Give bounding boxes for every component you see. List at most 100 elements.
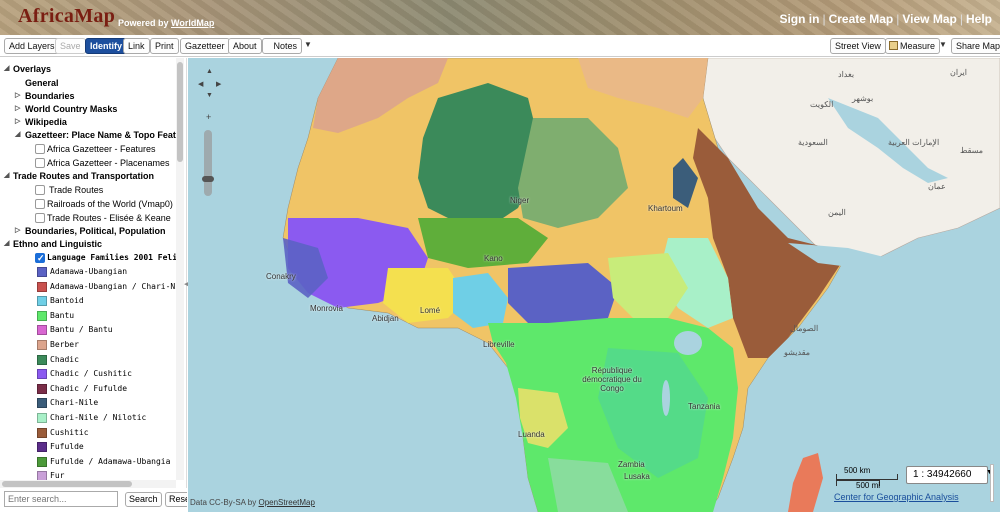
search-input[interactable] bbox=[4, 491, 118, 507]
sidebar-horizontal-scrollbar[interactable] bbox=[0, 480, 176, 488]
scroll-thumb[interactable] bbox=[2, 481, 132, 487]
about-button[interactable]: About bbox=[228, 38, 262, 54]
map-label-lome: Lomé bbox=[420, 306, 441, 315]
search-button[interactable]: Search bbox=[125, 492, 162, 507]
add-layers-button[interactable]: Add Layers bbox=[4, 38, 60, 54]
tree-node-world-country-masks[interactable]: ▷ World Country Masks bbox=[0, 102, 176, 116]
ruler-icon bbox=[889, 41, 898, 50]
pan-right-icon[interactable]: ▶ bbox=[216, 80, 221, 88]
collapsed-triangle-icon[interactable]: ▷ bbox=[15, 89, 20, 103]
layer-checkbox[interactable] bbox=[35, 199, 45, 209]
measure-dropdown-icon[interactable]: ▼ bbox=[939, 40, 947, 49]
tree-node-boundaries[interactable]: ▷ Boundaries bbox=[0, 89, 176, 103]
layer-trade-routes-elisee[interactable]: Trade Routes - Elisée & Keane bbox=[0, 211, 176, 225]
legend-swatch bbox=[37, 398, 47, 409]
sign-in-link[interactable]: Sign in bbox=[779, 12, 819, 26]
cga-credit-link[interactable]: Center for Geographic Analysis bbox=[834, 492, 959, 502]
tree-label: Boundaries, Political, Population bbox=[25, 226, 166, 236]
notes-dropdown-icon[interactable]: ▼ bbox=[304, 40, 312, 49]
tree-node-general[interactable]: General bbox=[0, 76, 176, 90]
legend-swatch bbox=[37, 340, 47, 350]
layer-checkbox[interactable] bbox=[35, 213, 45, 223]
link-separator: | bbox=[959, 12, 963, 26]
help-link[interactable]: Help bbox=[966, 12, 992, 26]
collapsed-triangle-icon[interactable]: ▷ bbox=[15, 102, 20, 116]
scale-select[interactable]: 1 : 34942660 bbox=[906, 466, 988, 484]
map-label-libreville: Libreville bbox=[483, 340, 515, 349]
tree-label: General bbox=[25, 78, 59, 88]
layer-trade-routes[interactable]: Trade Routes bbox=[0, 183, 176, 197]
measure-button[interactable]: Measure bbox=[885, 38, 941, 54]
tree-label: World Country Masks bbox=[25, 104, 118, 114]
layer-checkbox[interactable] bbox=[35, 144, 45, 154]
map-label-somalia: الصومال bbox=[790, 324, 819, 333]
pan-down-icon[interactable]: ▼ bbox=[206, 92, 213, 99]
map-label-saudi: السعودية bbox=[798, 138, 828, 147]
legend-swatch bbox=[37, 267, 47, 277]
pan-up-icon[interactable]: ▲ bbox=[206, 68, 213, 75]
toolbar: Add Layers Save Identify Link Print Gaze… bbox=[0, 35, 1000, 57]
scroll-thumb[interactable] bbox=[177, 62, 183, 162]
map-label-conakry: Conakry bbox=[266, 272, 296, 281]
map-canvas[interactable]: Conakry Monrovia Abidjan Lomé Libreville… bbox=[188, 58, 1000, 512]
reset-button[interactable]: Reset bbox=[165, 492, 187, 507]
street-view-button[interactable]: Street View bbox=[830, 38, 886, 54]
zoom-slider-thumb[interactable] bbox=[202, 176, 214, 182]
share-map-button[interactable]: Share Map bbox=[951, 38, 1000, 54]
layer-language-families[interactable]: Language Families 2001 Felix bbox=[0, 251, 176, 265]
layer-africa-gazetteer-features[interactable]: Africa Gazetteer - Features bbox=[0, 142, 176, 156]
legend-item: Chadic bbox=[0, 353, 176, 367]
map-label-tanzania: Tanzania bbox=[688, 402, 721, 411]
view-map-link[interactable]: View Map bbox=[902, 12, 956, 26]
layer-checkbox[interactable] bbox=[35, 185, 45, 195]
layer-africa-gazetteer-placenames[interactable]: Africa Gazetteer - Placenames bbox=[0, 156, 176, 170]
sidebar-vertical-scrollbar[interactable] bbox=[176, 58, 184, 480]
tree-node-ethno-linguistic[interactable]: ◢ Ethno and Linguistic bbox=[0, 237, 176, 251]
gazetteer-button[interactable]: Gazetteer bbox=[180, 38, 230, 54]
openstreetmap-link[interactable]: OpenStreetMap bbox=[258, 498, 314, 507]
layer-railroads-world[interactable]: Railroads of the World (Vmap0) bbox=[0, 197, 176, 211]
layer-checkbox[interactable] bbox=[35, 158, 45, 168]
collapsed-triangle-icon[interactable]: ▷ bbox=[15, 115, 20, 129]
app-logo[interactable]: AfricaMap bbox=[18, 5, 115, 28]
tree-node-trade-routes-transport[interactable]: ◢ Trade Routes and Transportation bbox=[0, 169, 176, 183]
layer-checkbox-checked[interactable] bbox=[35, 251, 45, 265]
expanded-triangle-icon[interactable]: ◢ bbox=[4, 169, 9, 183]
collapsed-triangle-icon[interactable]: ▷ bbox=[15, 224, 20, 238]
layer-label: Trade Routes - Elisée & Keane bbox=[47, 213, 171, 223]
tree-node-wikipedia[interactable]: ▷ Wikipedia bbox=[0, 115, 176, 129]
tree-node-overlays[interactable]: ◢ Overlays bbox=[0, 62, 176, 76]
map-label-abidjan: Abidjan bbox=[372, 314, 399, 323]
zoom-in-icon[interactable]: + bbox=[206, 112, 211, 122]
measure-label: Measure bbox=[900, 41, 936, 51]
worldmap-link[interactable]: WorldMap bbox=[171, 18, 214, 28]
legend-label: Chari-Nile / Nilotic bbox=[50, 413, 147, 422]
header-banner: AfricaMap Powered by WorldMap Sign in | Cr… bbox=[0, 0, 1000, 35]
layer-tree: ◢ Overlays General ▷ Boundaries ▷ World Cou… bbox=[0, 58, 176, 480]
top-links: Sign in | Create Map | View Map | Help bbox=[779, 12, 992, 26]
map-scrollbar[interactable] bbox=[990, 464, 994, 502]
legend-item: Chari-Nile bbox=[0, 396, 176, 410]
layer-label: Language Families 2001 Felix bbox=[47, 253, 176, 262]
create-map-link[interactable]: Create Map bbox=[829, 12, 894, 26]
legend-swatch bbox=[37, 296, 47, 307]
pan-left-icon[interactable]: ◀ bbox=[198, 80, 203, 88]
zoom-slider[interactable] bbox=[204, 130, 212, 196]
legend-item: Cushitic bbox=[0, 426, 176, 440]
legend-swatch bbox=[37, 281, 47, 292]
print-button[interactable]: Print bbox=[150, 38, 179, 54]
expanded-triangle-icon[interactable]: ◢ bbox=[15, 128, 20, 142]
expanded-triangle-icon[interactable]: ◢ bbox=[4, 62, 9, 76]
layer-sidebar: ◢ Overlays General ▷ Boundaries ▷ World Cou… bbox=[0, 58, 189, 512]
map-label-drc: République démocratique du Congo bbox=[582, 366, 642, 393]
expanded-triangle-icon[interactable]: ◢ bbox=[4, 237, 9, 251]
tree-node-boundaries-political[interactable]: ▷ Boundaries, Political, Population bbox=[0, 224, 176, 238]
map-label-niger: Niger bbox=[510, 196, 530, 205]
identify-button[interactable]: Identify bbox=[85, 38, 128, 54]
legend-item: Chadic / Cushitic bbox=[0, 367, 176, 381]
tree-node-gazetteer[interactable]: ◢ Gazetteer: Place Name & Topo Features bbox=[0, 128, 176, 142]
save-button[interactable]: Save bbox=[55, 38, 86, 54]
map-label-kano: Kano bbox=[484, 254, 503, 263]
notes-button[interactable]: Notes bbox=[262, 38, 302, 54]
link-button[interactable]: Link bbox=[123, 38, 150, 54]
